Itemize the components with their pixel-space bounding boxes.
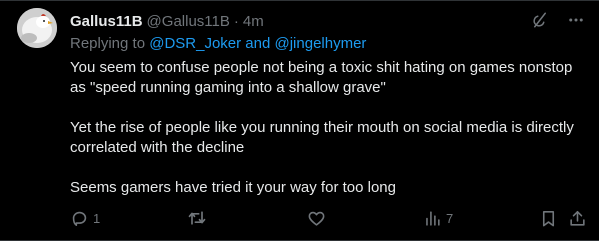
tweet-header: Gallus11B @Gallus11B · 4m	[70, 11, 264, 31]
replying-to-users[interactable]: @DSR_Joker and @jingelhymer	[149, 35, 366, 52]
tweet-top-actions	[531, 11, 585, 29]
more-dots-icon[interactable]	[567, 11, 585, 29]
separator-dot: ·	[233, 12, 239, 30]
tweet-actions-bar: 1 7	[70, 208, 589, 228]
share-icon	[568, 209, 587, 228]
tweet-text: You seem to confuse people not being a t…	[70, 58, 585, 198]
replying-to-prefix: Replying to	[70, 35, 146, 52]
retweet-icon	[187, 208, 207, 228]
bookmark-icon	[539, 209, 558, 228]
tweet-paragraph: You seem to confuse people not being a t…	[70, 59, 573, 96]
tweet[interactable]: Gallus11B @Gallus11B · 4m Replying to @D…	[0, 0, 599, 241]
bookmark-button[interactable]	[539, 208, 558, 228]
reply-count: 1	[93, 210, 101, 226]
avatar[interactable]	[17, 8, 57, 48]
share-button[interactable]	[568, 208, 587, 228]
avatar-image	[17, 8, 57, 48]
reply-bubble-icon	[70, 209, 89, 228]
reply-button[interactable]: 1	[70, 208, 100, 228]
like-button[interactable]	[307, 208, 330, 228]
author-handle[interactable]: @Gallus11B	[147, 13, 230, 30]
views-button[interactable]: 7	[423, 208, 453, 228]
tweet-paragraph: Seems gamers have tried it your way for …	[70, 179, 396, 196]
author-display-name[interactable]: Gallus11B	[70, 13, 143, 30]
heart-icon	[307, 209, 326, 228]
views-count: 7	[446, 210, 454, 226]
replying-to: Replying to @DSR_Joker and @jingelhymer	[70, 35, 366, 52]
tweet-paragraph: Yet the rise of people like you running …	[70, 119, 574, 156]
retweet-button[interactable]	[187, 208, 211, 228]
grok-slash-icon[interactable]	[531, 11, 549, 29]
timestamp[interactable]: 4m	[243, 13, 264, 30]
views-chart-icon	[423, 209, 442, 228]
